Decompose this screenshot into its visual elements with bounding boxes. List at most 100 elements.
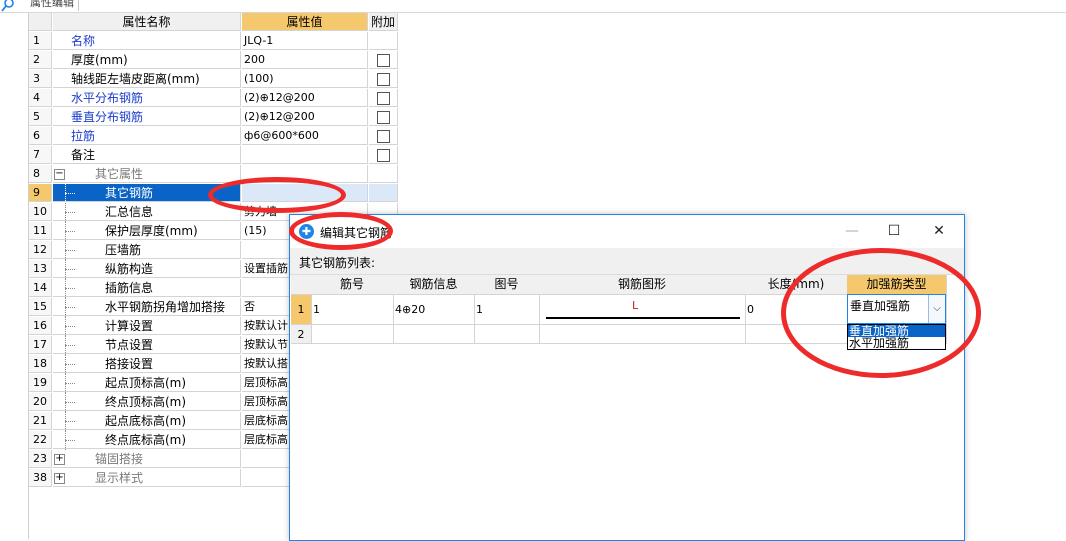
reinforcement-type-combobox[interactable]: 垂直加强筋 ⌵ <box>847 294 946 324</box>
extra-cell <box>369 89 398 107</box>
property-name: 保护层厚度(mm) <box>53 222 241 240</box>
table-header-cell[interactable]: 筋号 <box>311 275 394 295</box>
extra-checkbox[interactable] <box>377 130 390 143</box>
property-row[interactable]: 9 其它钢筋 <box>29 184 398 203</box>
property-value[interactable]: 200 <box>242 51 368 69</box>
property-name: 轴线距左墙皮距离(mm) <box>53 70 241 88</box>
table-header-corner <box>291 275 312 295</box>
property-value[interactable] <box>242 146 368 164</box>
chevron-down-icon[interactable]: ⌵ <box>928 295 945 323</box>
table-header-cell[interactable]: 钢筋信息 <box>393 275 475 295</box>
table-cell[interactable] <box>745 325 848 344</box>
row-number: 22 <box>29 431 52 449</box>
extra-cell <box>369 146 398 164</box>
extra-checkbox[interactable] <box>377 54 390 67</box>
property-value[interactable] <box>242 184 368 202</box>
property-name-label: 显示样式 <box>95 471 144 485</box>
row-number: 17 <box>29 336 52 354</box>
extra-checkbox[interactable] <box>377 73 390 86</box>
extra-cell <box>369 51 398 69</box>
row-number: 38 <box>29 469 52 487</box>
extra-checkbox[interactable] <box>377 92 390 105</box>
table-cell[interactable]: 1 <box>474 295 540 325</box>
property-name-label: 计算设置 <box>105 319 154 333</box>
property-name: 计算设置 <box>53 317 241 335</box>
dialog-title-bar[interactable]: ✚ 编辑其它钢筋 — ☐ ✕ <box>290 215 964 248</box>
property-name: 显示样式 <box>53 469 241 487</box>
edit-other-rebar-dialog: ✚ 编辑其它钢筋 — ☐ ✕ 其它钢筋列表: <box>289 214 965 541</box>
table-cell[interactable] <box>539 325 746 344</box>
table-cell[interactable]: 0 <box>745 295 848 325</box>
app-logo-icon: ✚ <box>299 224 314 239</box>
property-name-label: 水平分布钢筋 <box>71 91 144 105</box>
tree-connector <box>59 184 75 203</box>
property-name: 汇总信息 <box>53 203 241 221</box>
property-value[interactable]: (2)⊕12@200 <box>242 108 368 126</box>
property-name-label: 其它属性 <box>95 167 144 181</box>
property-name: 起点底标高(m) <box>53 412 241 430</box>
table-cell[interactable] <box>393 325 475 344</box>
table-cell[interactable]: 1 <box>311 295 394 325</box>
row-number: 14 <box>29 279 52 297</box>
row-number: 3 <box>29 70 52 88</box>
extra-cell <box>369 165 398 183</box>
expand-icon[interactable]: + <box>54 454 65 465</box>
extra-checkbox[interactable] <box>377 111 390 124</box>
row-number: 11 <box>29 222 52 240</box>
property-name: 起点顶标高(m) <box>53 374 241 392</box>
close-button[interactable]: ✕ <box>923 220 955 242</box>
property-name: 其它属性 <box>53 165 241 183</box>
property-row[interactable]: 8 其它属性 − <box>29 165 398 184</box>
panel-title-bar: 属性编辑 <box>0 0 1066 13</box>
table-row-number: 1 <box>291 295 312 325</box>
table-header-cell[interactable]: 图号 <box>474 275 540 295</box>
table-row-number: 2 <box>291 325 312 344</box>
header-property-value[interactable]: 属性值 <box>242 13 368 31</box>
collapse-icon[interactable]: − <box>54 169 65 180</box>
table-header-cell[interactable]: 加强筋类型 <box>847 275 947 295</box>
search-icon[interactable] <box>0 0 18 14</box>
property-row[interactable]: 5 垂直分布钢筋 (2)⊕12@200 <box>29 108 398 127</box>
reinforcement-type-dropdown: 垂直加强筋 水平加强筋 <box>847 324 946 350</box>
property-row[interactable]: 7 备注 <box>29 146 398 165</box>
row-number: 2 <box>29 51 52 69</box>
panel-title-separator <box>78 0 1066 11</box>
property-name-label: 轴线距左墙皮距离(mm) <box>71 72 200 86</box>
expand-icon[interactable]: + <box>54 473 65 484</box>
table-cell[interactable]: 4⊕20 <box>393 295 475 325</box>
property-row[interactable]: 2 厚度(mm) 200 <box>29 51 398 70</box>
rebar-list-label-bar: 其它钢筋列表: <box>290 248 964 275</box>
extra-cell <box>369 32 398 50</box>
table-header-cell[interactable]: 长度(mm) <box>745 275 848 295</box>
property-value[interactable]: (100) <box>242 70 368 88</box>
row-number: 20 <box>29 393 52 411</box>
property-row[interactable]: 6 拉筋 ф6@600*600 <box>29 127 398 146</box>
property-name-label: 水平钢筋拐角增加搭接 <box>105 300 226 314</box>
property-value[interactable] <box>242 165 368 183</box>
tree-connector <box>59 336 75 355</box>
dropdown-option-horizontal[interactable]: 水平加强筋 <box>848 337 945 349</box>
property-name: 搭接设置 <box>53 355 241 373</box>
property-value[interactable]: ф6@600*600 <box>242 127 368 145</box>
property-name: 节点设置 <box>53 336 241 354</box>
property-name-label: 插筋信息 <box>105 281 154 295</box>
property-row[interactable]: 4 水平分布钢筋 (2)⊕12@200 <box>29 89 398 108</box>
property-row[interactable]: 3 轴线距左墙皮距离(mm) (100) <box>29 70 398 89</box>
property-row[interactable]: 1 名称 JLQ-1 <box>29 32 398 51</box>
property-name: 压墙筋 <box>53 241 241 259</box>
row-number: 9 <box>29 184 52 202</box>
header-property-name[interactable]: 属性名称 <box>53 13 241 31</box>
table-cell[interactable] <box>474 325 540 344</box>
maximize-button[interactable]: ☐ <box>878 220 910 242</box>
tree-connector <box>59 279 75 298</box>
property-value[interactable]: (2)⊕12@200 <box>242 89 368 107</box>
property-value[interactable]: JLQ-1 <box>242 32 368 50</box>
property-name: 水平钢筋拐角增加搭接 <box>53 298 241 316</box>
extra-checkbox[interactable] <box>377 149 390 162</box>
property-name-label: 起点底标高(m) <box>105 414 187 428</box>
property-name-label: 起点顶标高(m) <box>105 376 187 390</box>
table-header-cell[interactable]: 钢筋图形 <box>539 275 746 295</box>
table-cell[interactable] <box>311 325 394 344</box>
header-extra[interactable]: 附加 <box>369 13 398 31</box>
minimize-button[interactable]: — <box>836 220 868 242</box>
